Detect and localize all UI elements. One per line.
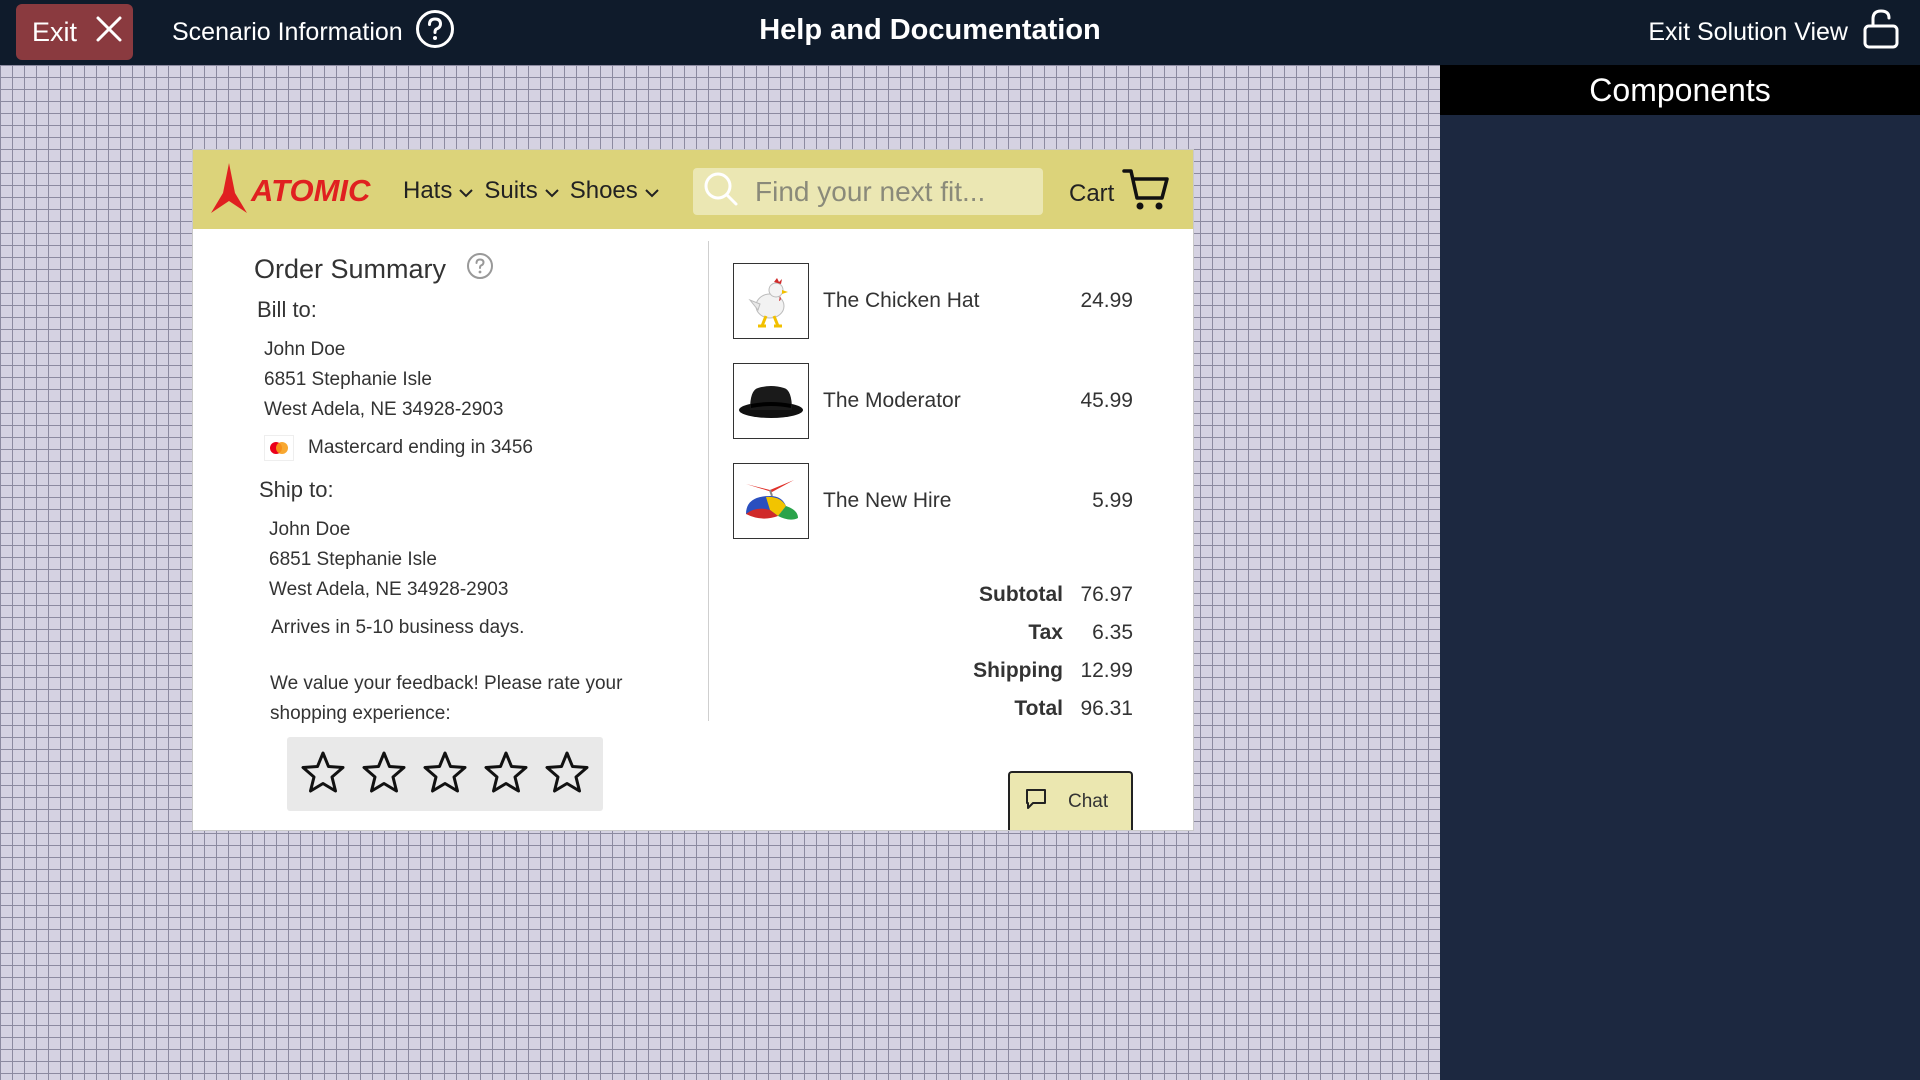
shipping-row: Shipping 12.99 — [933, 652, 1133, 690]
order-summary-heading: Order Summary — [254, 252, 494, 287]
chevron-down-icon — [644, 177, 660, 205]
tax-label: Tax — [1028, 621, 1063, 644]
bill-city: West Adela, NE 34928-2903 — [264, 399, 504, 420]
cart-label: Cart — [1069, 179, 1115, 207]
nav-item-suits[interactable]: Suits — [484, 177, 559, 205]
nav-label: Suits — [484, 177, 538, 204]
tax-value: 6.35 — [1092, 621, 1133, 644]
list-item: The Chicken Hat 24.99 — [733, 263, 1133, 339]
star-icon[interactable] — [361, 750, 407, 799]
exit-solution-label: Exit Solution View — [1648, 17, 1848, 46]
bill-to-label: Bill to: — [257, 297, 317, 322]
chevron-down-icon — [544, 177, 560, 205]
store-preview: ATOMIC Hats Suits Shoes Cart — [193, 150, 1193, 830]
components-title: Components — [1440, 65, 1920, 115]
star-icon[interactable] — [483, 750, 529, 799]
nav-item-hats[interactable]: Hats — [403, 177, 474, 205]
components-panel: Components — [1440, 65, 1920, 1080]
subtotal-label: Subtotal — [979, 583, 1063, 606]
bill-street: 6851 Stephanie Isle — [264, 369, 432, 390]
total-row: Total 96.31 — [933, 690, 1133, 728]
ship-street: 6851 Stephanie Isle — [269, 549, 437, 570]
item-price: 24.99 — [1080, 289, 1133, 312]
store-navbar: ATOMIC Hats Suits Shoes Cart — [193, 150, 1193, 229]
ship-city: West Adela, NE 34928-2903 — [269, 579, 509, 600]
column-divider — [708, 241, 709, 721]
cart-button[interactable]: Cart — [1069, 168, 1170, 219]
subtotal-value: 76.97 — [1080, 583, 1133, 606]
chat-label: Chat — [1068, 790, 1109, 812]
star-icon[interactable] — [544, 750, 590, 799]
chat-bubble-icon — [1024, 787, 1048, 817]
nav-menu: Hats Suits Shoes — [403, 177, 660, 205]
nav-item-shoes[interactable]: Shoes — [570, 177, 660, 205]
ship-to-label: Ship to: — [259, 477, 334, 502]
order-totals: Subtotal 76.97 Tax 6.35 Shipping 12.99 T… — [933, 576, 1133, 728]
feedback-prompt: We value your feedback! Please rate your… — [270, 673, 623, 724]
page-title: Help and Documentation — [759, 14, 1101, 46]
chat-button[interactable]: Chat — [1008, 771, 1133, 830]
item-price: 45.99 — [1080, 389, 1133, 412]
cart-icon — [1122, 168, 1170, 219]
bill-name: John Doe — [264, 339, 346, 360]
shipping-address: John Doe 6851 Stephanie Isle West Adela,… — [269, 515, 508, 605]
list-item: The New Hire 5.99 — [733, 463, 1133, 539]
chicken-hat-image — [733, 263, 809, 339]
mastercard-icon — [264, 435, 294, 461]
star-icon[interactable] — [300, 750, 346, 799]
total-value: 96.31 — [1080, 697, 1133, 720]
propeller-cap-image — [733, 463, 809, 539]
shipping-value: 12.99 — [1080, 659, 1133, 682]
ship-name: John Doe — [269, 519, 351, 540]
list-item: The Moderator 45.99 — [733, 363, 1133, 439]
top-bar: Exit Scenario Information Help and Docum… — [0, 0, 1920, 65]
subtotal-row: Subtotal 76.97 — [933, 576, 1133, 614]
item-price: 5.99 — [1092, 489, 1133, 512]
nav-label: Shoes — [569, 177, 638, 204]
search-box — [693, 168, 1043, 215]
unlock-icon — [1862, 8, 1900, 57]
fedora-hat-image — [733, 363, 809, 439]
card-text: Mastercard ending in 3456 — [308, 437, 533, 458]
payment-method: Mastercard ending in 3456 — [264, 435, 533, 461]
star-rating — [287, 737, 603, 811]
star-icon[interactable] — [422, 750, 468, 799]
atomic-logo-icon — [209, 163, 249, 218]
tax-row: Tax 6.35 — [933, 614, 1133, 652]
help-circle-icon[interactable] — [466, 252, 494, 287]
exit-solution-view-button[interactable]: Exit Solution View — [1648, 8, 1900, 57]
total-label: Total — [1014, 697, 1063, 720]
shipping-label: Shipping — [973, 659, 1063, 682]
item-name: The Moderator — [823, 389, 961, 412]
search-icon — [703, 171, 739, 212]
search-input[interactable] — [755, 175, 1035, 208]
nav-label: Hats — [403, 177, 453, 204]
chevron-down-icon — [458, 177, 474, 205]
store-logo[interactable]: ATOMIC — [209, 163, 370, 218]
logo-text: ATOMIC — [251, 172, 371, 208]
billing-address: John Doe 6851 Stephanie Isle West Adela,… — [264, 335, 503, 425]
order-summary-title: Order Summary — [254, 254, 447, 284]
delivery-estimate: Arrives in 5-10 business days. — [271, 617, 525, 638]
item-name: The New Hire — [823, 489, 952, 512]
item-name: The Chicken Hat — [823, 289, 980, 312]
